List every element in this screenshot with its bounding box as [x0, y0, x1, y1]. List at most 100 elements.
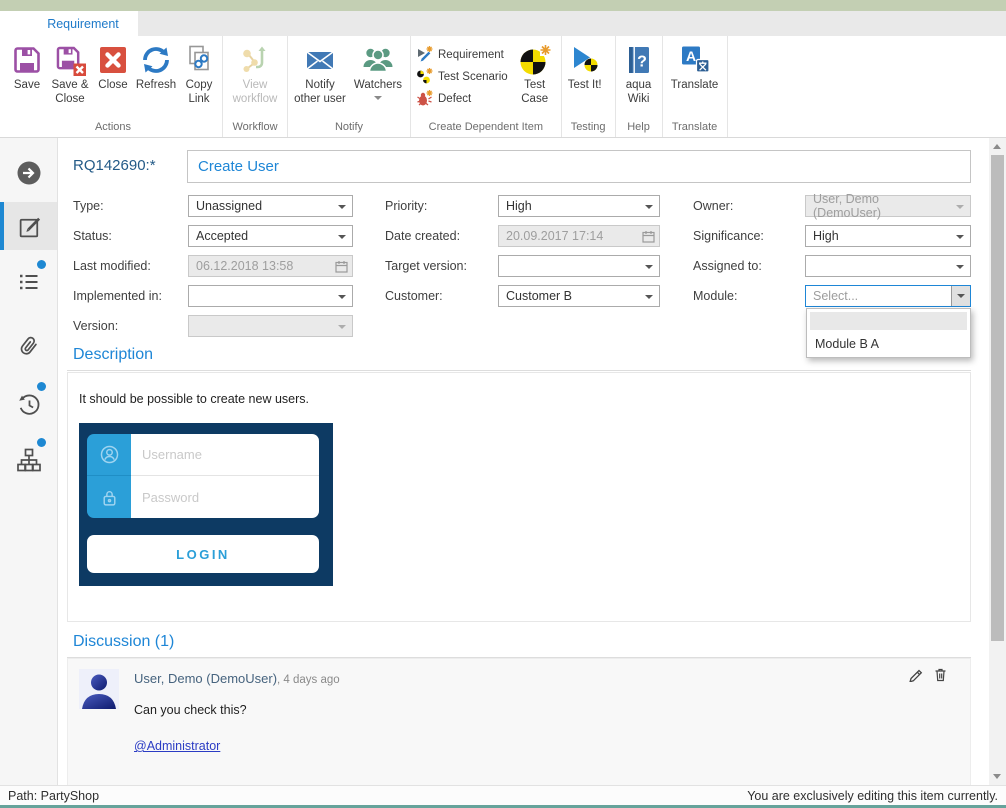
discussion-panel: User, Demo (DemoUser), 4 days ago Can yo… — [67, 658, 971, 785]
svg-text:A: A — [685, 48, 695, 64]
copy-link-button[interactable]: Copy Link — [179, 42, 219, 108]
workflow-icon — [239, 44, 271, 76]
title-input[interactable]: Create User — [187, 150, 971, 183]
scrollbar-thumb[interactable] — [991, 155, 1004, 641]
module-combo-open[interactable]: Select... Module B A — [805, 285, 971, 307]
tab-requirement[interactable]: Requirement — [28, 11, 138, 36]
priority-select[interactable]: High — [498, 195, 660, 217]
create-requirement-button[interactable]: Requirement — [416, 46, 508, 63]
chevron-down-icon — [338, 205, 346, 209]
sidebar-item-attachments[interactable] — [0, 323, 57, 369]
create-test-case-label: Test Case — [513, 79, 557, 106]
group-label-actions: Actions — [7, 120, 219, 137]
chevron-down-icon — [338, 235, 346, 239]
edit-icon — [17, 213, 44, 240]
date-created-value: 20.09.2017 17:14 — [506, 229, 603, 243]
wiki-book-icon: ? — [623, 44, 655, 76]
sidebar-item-hierarchy[interactable] — [0, 437, 57, 483]
delete-comment-icon[interactable] — [933, 667, 948, 687]
calendar-icon — [335, 260, 348, 276]
create-test-scenario-label: Test Scenario — [438, 71, 508, 83]
customer-select[interactable]: Customer B — [498, 285, 660, 307]
edit-comment-icon[interactable] — [908, 667, 923, 687]
last-modified-field-disabled: 06.12.2018 13:58 — [188, 255, 353, 277]
refresh-icon — [140, 44, 172, 76]
create-test-case-button[interactable]: Test Case — [512, 42, 558, 108]
scroll-down-arrow-icon[interactable] — [993, 774, 1001, 779]
implemented-in-select[interactable] — [188, 285, 353, 307]
create-test-scenario-button[interactable]: Test Scenario — [416, 68, 508, 85]
type-label: Type: — [73, 195, 188, 217]
sidebar-item-edit[interactable] — [0, 202, 57, 250]
vertical-scrollbar[interactable] — [989, 138, 1006, 785]
login-image-login-button: LOGIN — [87, 535, 319, 573]
application-window: Requirement Save Save & Close — [0, 0, 1006, 808]
date-created-field-disabled: 20.09.2017 17:14 — [498, 225, 660, 247]
last-modified-value: 06.12.2018 13:58 — [196, 259, 293, 273]
save-button[interactable]: Save — [7, 42, 47, 95]
aqua-wiki-button[interactable]: ? aqua Wiki — [619, 42, 659, 108]
ribbon-group-notify: Notify other user Watchers Notify — [288, 36, 411, 137]
comment-text: Can you check this? — [134, 703, 247, 717]
assigned-to-select[interactable] — [805, 255, 971, 277]
refresh-button[interactable]: Refresh — [133, 42, 179, 95]
defect-new-icon — [416, 90, 433, 107]
chevron-down-icon — [645, 265, 653, 269]
module-option-empty[interactable] — [810, 312, 967, 330]
description-text: It should be possible to create new user… — [79, 392, 970, 406]
notify-other-user-button[interactable]: Notify other user — [291, 42, 349, 108]
copy-link-icon — [183, 44, 215, 76]
window-top-strip — [0, 0, 1006, 11]
test-it-icon — [569, 44, 601, 76]
module-label: Module: — [693, 285, 805, 307]
test-scenario-new-icon — [416, 68, 433, 85]
notification-dot — [37, 438, 46, 447]
sidebar-collapse-button[interactable] — [0, 150, 57, 196]
properties-form: Type: Unassigned Priority: High Owner: U… — [73, 195, 971, 337]
view-workflow-label: View workflow — [227, 79, 283, 106]
save-close-label: Save & Close — [48, 79, 92, 106]
calendar-icon — [642, 230, 655, 246]
chevron-down-icon — [338, 325, 346, 329]
significance-select[interactable]: High — [805, 225, 971, 247]
watchers-icon — [362, 44, 394, 76]
mention-link[interactable]: @Administrator — [134, 739, 220, 753]
watchers-button[interactable]: Watchers — [349, 42, 407, 102]
translate-icon: A — [679, 44, 711, 76]
module-option-module-b-a[interactable]: Module B A — [807, 333, 970, 355]
create-defect-button[interactable]: Defect — [416, 90, 508, 107]
translate-button[interactable]: A Translate — [666, 42, 724, 95]
close-button[interactable]: Close — [93, 42, 133, 95]
ribbon-group-translate: A Translate Translate — [663, 36, 728, 137]
translate-label: Translate — [671, 79, 719, 93]
status-path: Path: PartyShop — [8, 789, 99, 803]
avatar — [79, 669, 119, 709]
title-text: Create User — [198, 158, 279, 175]
module-dropdown-button[interactable] — [951, 286, 970, 306]
description-panel[interactable]: It should be possible to create new user… — [67, 372, 971, 622]
assigned-to-label: Assigned to: — [693, 255, 805, 277]
status-select[interactable]: Accepted — [188, 225, 353, 247]
chevron-down-icon — [956, 235, 964, 239]
login-image-username-row: Username — [87, 434, 319, 476]
group-label-help: Help — [619, 120, 659, 137]
scroll-up-arrow-icon[interactable] — [993, 144, 1001, 149]
group-label-workflow: Workflow — [226, 120, 284, 137]
save-and-close-button[interactable]: Save & Close — [47, 42, 93, 108]
login-image-username-placeholder: Username — [131, 434, 319, 476]
status-editing-message: You are exclusively editing this item cu… — [747, 789, 998, 803]
item-edit-area: RQ142690:* Create User Type: Unassigned … — [58, 138, 989, 785]
type-select[interactable]: Unassigned — [188, 195, 353, 217]
notify-other-user-label: Notify other user — [292, 79, 348, 106]
status-value: Accepted — [196, 229, 248, 243]
requirement-new-icon — [416, 46, 433, 63]
version-select-disabled — [188, 315, 353, 337]
target-version-select[interactable] — [498, 255, 660, 277]
sidebar-item-details-list[interactable] — [0, 259, 57, 305]
sidebar-item-history[interactable] — [0, 381, 57, 427]
customer-value: Customer B — [506, 289, 572, 303]
left-sidebar — [0, 138, 58, 785]
test-it-button[interactable]: Test It! — [565, 42, 605, 95]
notification-dot — [37, 260, 46, 269]
description-divider — [67, 370, 971, 371]
